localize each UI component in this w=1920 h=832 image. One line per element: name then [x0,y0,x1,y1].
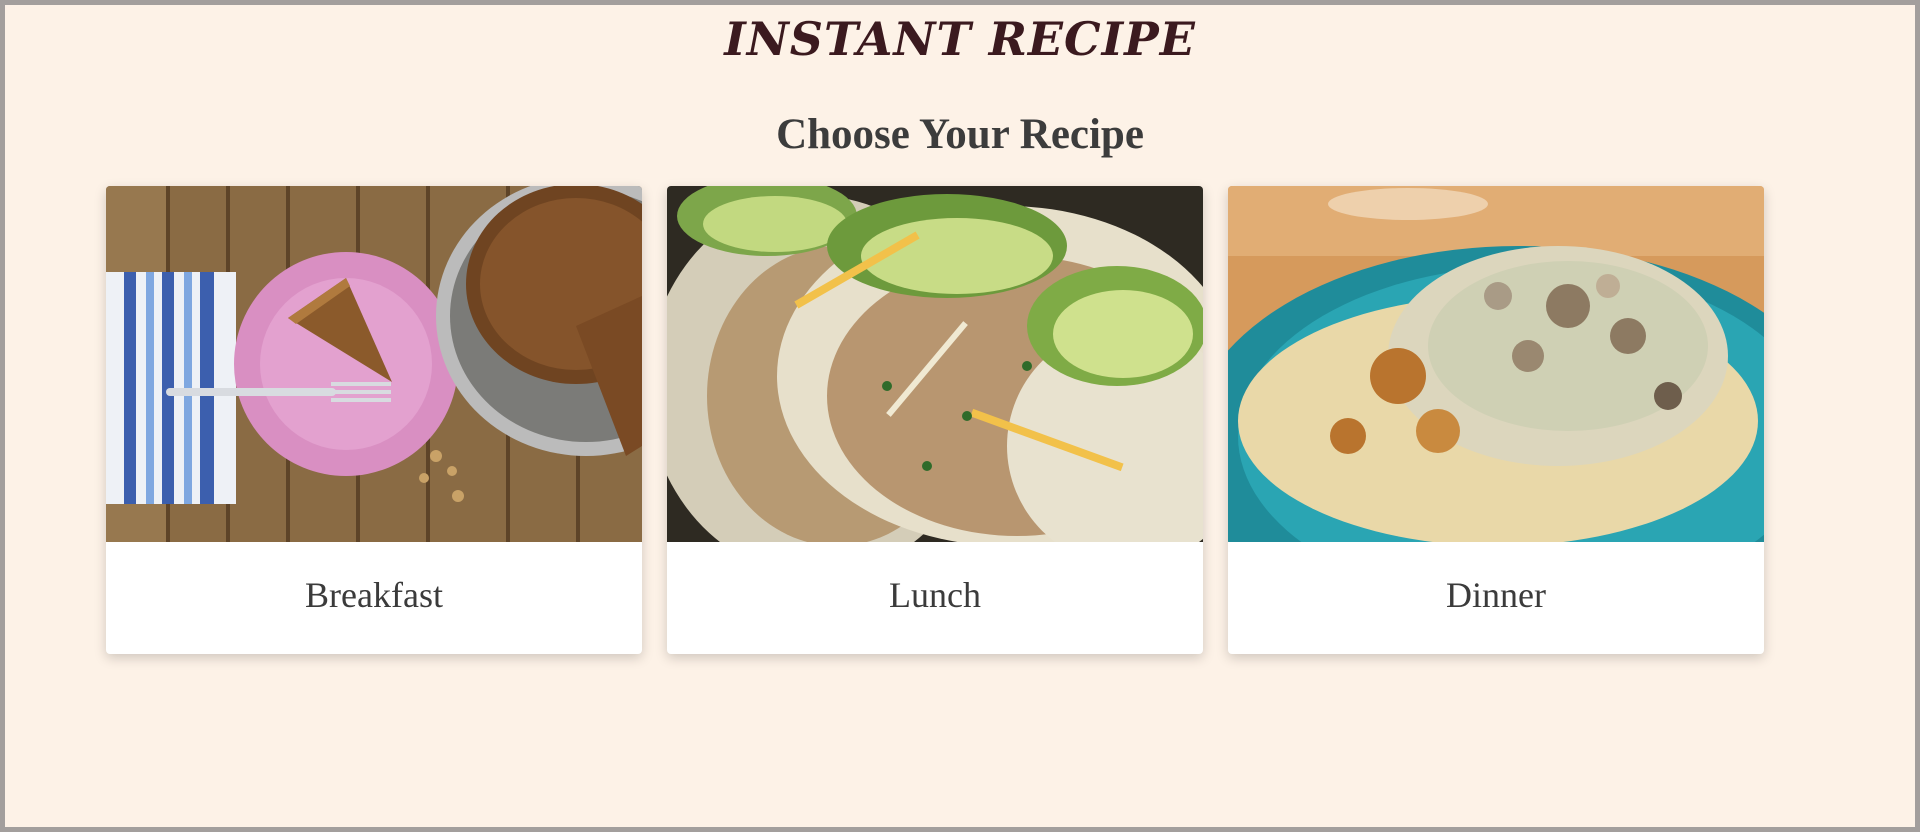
lunch-photo[interactable] [667,186,1203,542]
card-label[interactable]: Dinner [1228,542,1764,654]
page-frame: INSTANT RECIPE Choose Your Recipe Breakf… [0,0,1920,832]
dinner-photo[interactable] [1228,186,1764,542]
recipe-card-lunch[interactable]: Lunch [667,186,1203,654]
card-label[interactable]: Lunch [667,542,1203,654]
site-title: INSTANT RECIPE [724,12,1196,66]
breakfast-photo[interactable] [106,186,642,542]
recipe-card-breakfast[interactable]: Breakfast [106,186,642,654]
recipe-card-dinner[interactable]: Dinner [1228,186,1764,654]
recipe-card-row: Breakfast Lunch Dinner [106,186,1764,654]
card-label[interactable]: Breakfast [106,542,642,654]
page-subtitle: Choose Your Recipe [776,111,1144,158]
